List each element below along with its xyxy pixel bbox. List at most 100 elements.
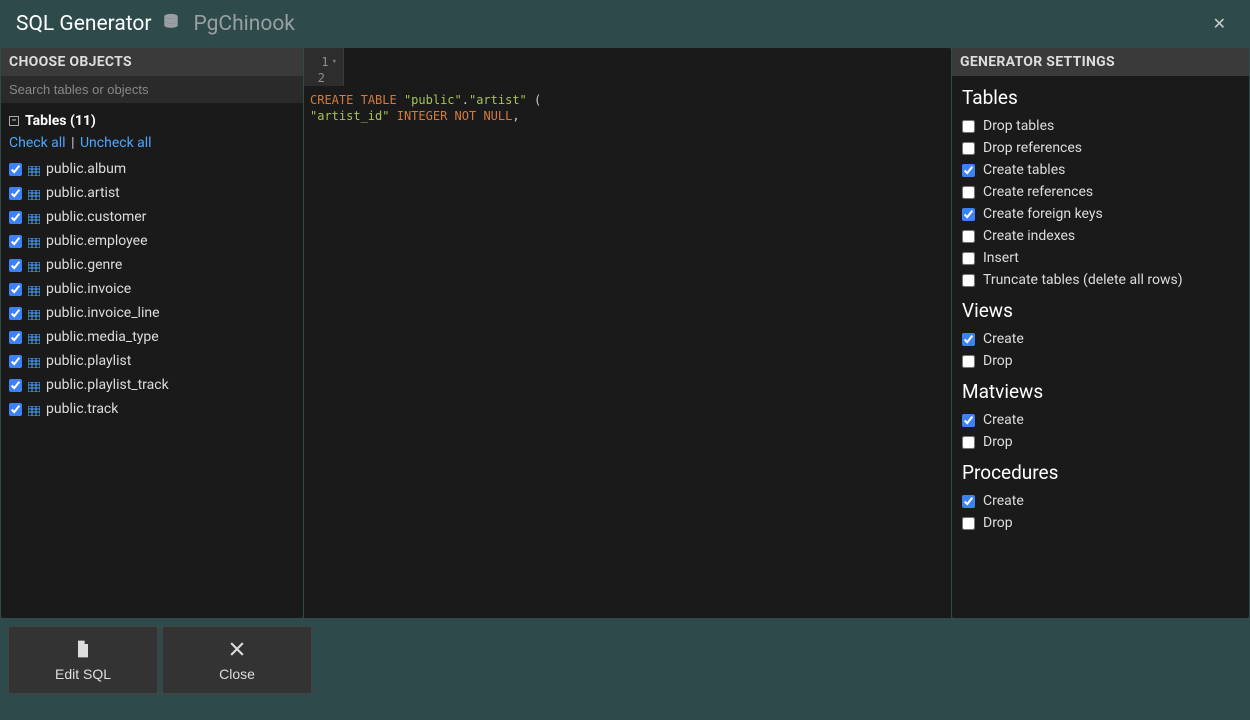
setting-item[interactable]: Drop tables [962, 115, 1239, 137]
setting-checkbox[interactable] [962, 120, 975, 133]
table-icon [28, 308, 40, 318]
setting-checkbox[interactable] [962, 355, 975, 368]
setting-checkbox[interactable] [962, 274, 975, 287]
setting-checkbox[interactable] [962, 333, 975, 346]
table-label: public.media_type [46, 329, 159, 345]
close-label: Close [219, 666, 255, 682]
table-checkbox[interactable] [9, 283, 22, 296]
choose-objects-panel: CHOOSE OBJECTS − Tables (11) Check all |… [1, 48, 303, 618]
settings-section-title: Procedures [962, 461, 1239, 484]
table-checkbox[interactable] [9, 331, 22, 344]
setting-label: Create [983, 493, 1024, 509]
table-checkbox[interactable] [9, 235, 22, 248]
setting-label: Create tables [983, 162, 1065, 178]
editor-code[interactable]: CREATE TABLE "public"."artist" ( "artist… [304, 86, 951, 618]
setting-label: Drop [983, 515, 1013, 531]
table-checkbox[interactable] [9, 307, 22, 320]
close-icon[interactable]: ✕ [1205, 10, 1234, 38]
table-label: public.customer [46, 209, 146, 225]
table-label: public.album [46, 161, 126, 177]
setting-checkbox[interactable] [962, 208, 975, 221]
table-row[interactable]: public.artist [9, 181, 295, 205]
setting-checkbox[interactable] [962, 252, 975, 265]
table-icon [28, 356, 40, 366]
settings-section-title: Tables [962, 86, 1239, 109]
setting-checkbox[interactable] [962, 164, 975, 177]
table-row[interactable]: public.media_type [9, 325, 295, 349]
table-checkbox[interactable] [9, 187, 22, 200]
setting-label: Drop [983, 434, 1013, 450]
table-icon [28, 236, 40, 246]
setting-item[interactable]: Truncate tables (delete all rows) [962, 269, 1239, 291]
settings-section: Procedures Create Drop [962, 461, 1239, 534]
close-button[interactable]: Close [162, 626, 312, 694]
search-input[interactable] [1, 76, 303, 103]
table-row[interactable]: public.invoice_line [9, 301, 295, 325]
setting-label: Insert [983, 250, 1019, 266]
table-row[interactable]: public.invoice [9, 277, 295, 301]
setting-checkbox[interactable] [962, 142, 975, 155]
collapse-icon[interactable]: − [9, 116, 19, 126]
sql-editor[interactable]: 1▾2 CREATE TABLE "public"."artist" ( "ar… [304, 48, 951, 618]
setting-item[interactable]: Create tables [962, 159, 1239, 181]
setting-label: Truncate tables (delete all rows) [983, 272, 1183, 288]
table-row[interactable]: public.customer [9, 205, 295, 229]
setting-checkbox[interactable] [962, 414, 975, 427]
setting-label: Drop references [983, 140, 1082, 156]
close-x-icon [227, 638, 247, 660]
settings-section: Matviews Create Drop [962, 380, 1239, 453]
table-checkbox[interactable] [9, 403, 22, 416]
setting-item[interactable]: Create [962, 409, 1239, 431]
table-label: public.invoice [46, 281, 131, 297]
table-label: public.playlist_track [46, 377, 169, 393]
dialog-footer: Edit SQL Close [0, 618, 1250, 702]
setting-checkbox[interactable] [962, 436, 975, 449]
tables-group-label: Tables (11) [25, 113, 96, 129]
table-row[interactable]: public.playlist_track [9, 373, 295, 397]
setting-item[interactable]: Create [962, 490, 1239, 512]
table-checkbox[interactable] [9, 355, 22, 368]
dialog-header: SQL Generator PgChinook ✕ [0, 0, 1250, 48]
setting-item[interactable]: Drop [962, 350, 1239, 372]
table-row[interactable]: public.track [9, 397, 295, 421]
table-icon [28, 404, 40, 414]
dialog-title: SQL Generator [16, 12, 152, 36]
setting-item[interactable]: Drop references [962, 137, 1239, 159]
database-icon [162, 13, 180, 31]
table-row[interactable]: public.employee [9, 229, 295, 253]
table-label: public.playlist [46, 353, 131, 369]
table-icon [28, 260, 40, 270]
setting-item[interactable]: Create foreign keys [962, 203, 1239, 225]
table-checkbox[interactable] [9, 163, 22, 176]
setting-item[interactable]: Drop [962, 512, 1239, 534]
setting-label: Create indexes [983, 228, 1075, 244]
setting-item[interactable]: Create [962, 328, 1239, 350]
setting-checkbox[interactable] [962, 517, 975, 530]
tables-group-header[interactable]: − Tables (11) [9, 109, 295, 133]
setting-checkbox[interactable] [962, 186, 975, 199]
setting-label: Drop [983, 353, 1013, 369]
check-all-link[interactable]: Check all [9, 135, 66, 151]
settings-section-title: Matviews [962, 380, 1239, 403]
table-label: public.artist [46, 185, 120, 201]
setting-label: Create [983, 412, 1024, 428]
table-icon [28, 380, 40, 390]
table-checkbox[interactable] [9, 211, 22, 224]
table-row[interactable]: public.genre [9, 253, 295, 277]
fold-icon[interactable]: ▾ [332, 57, 337, 67]
settings-section-title: Views [962, 299, 1239, 322]
table-row[interactable]: public.playlist [9, 349, 295, 373]
setting-checkbox[interactable] [962, 495, 975, 508]
setting-item[interactable]: Drop [962, 431, 1239, 453]
uncheck-all-link[interactable]: Uncheck all [80, 135, 152, 151]
setting-item[interactable]: Insert [962, 247, 1239, 269]
table-row[interactable]: public.album [9, 157, 295, 181]
edit-sql-button[interactable]: Edit SQL [8, 626, 158, 694]
table-checkbox[interactable] [9, 379, 22, 392]
setting-item[interactable]: Create indexes [962, 225, 1239, 247]
table-icon [28, 188, 40, 198]
table-checkbox[interactable] [9, 259, 22, 272]
setting-checkbox[interactable] [962, 230, 975, 243]
object-tree: − Tables (11) Check all | Uncheck all pu… [1, 103, 303, 427]
setting-item[interactable]: Create references [962, 181, 1239, 203]
